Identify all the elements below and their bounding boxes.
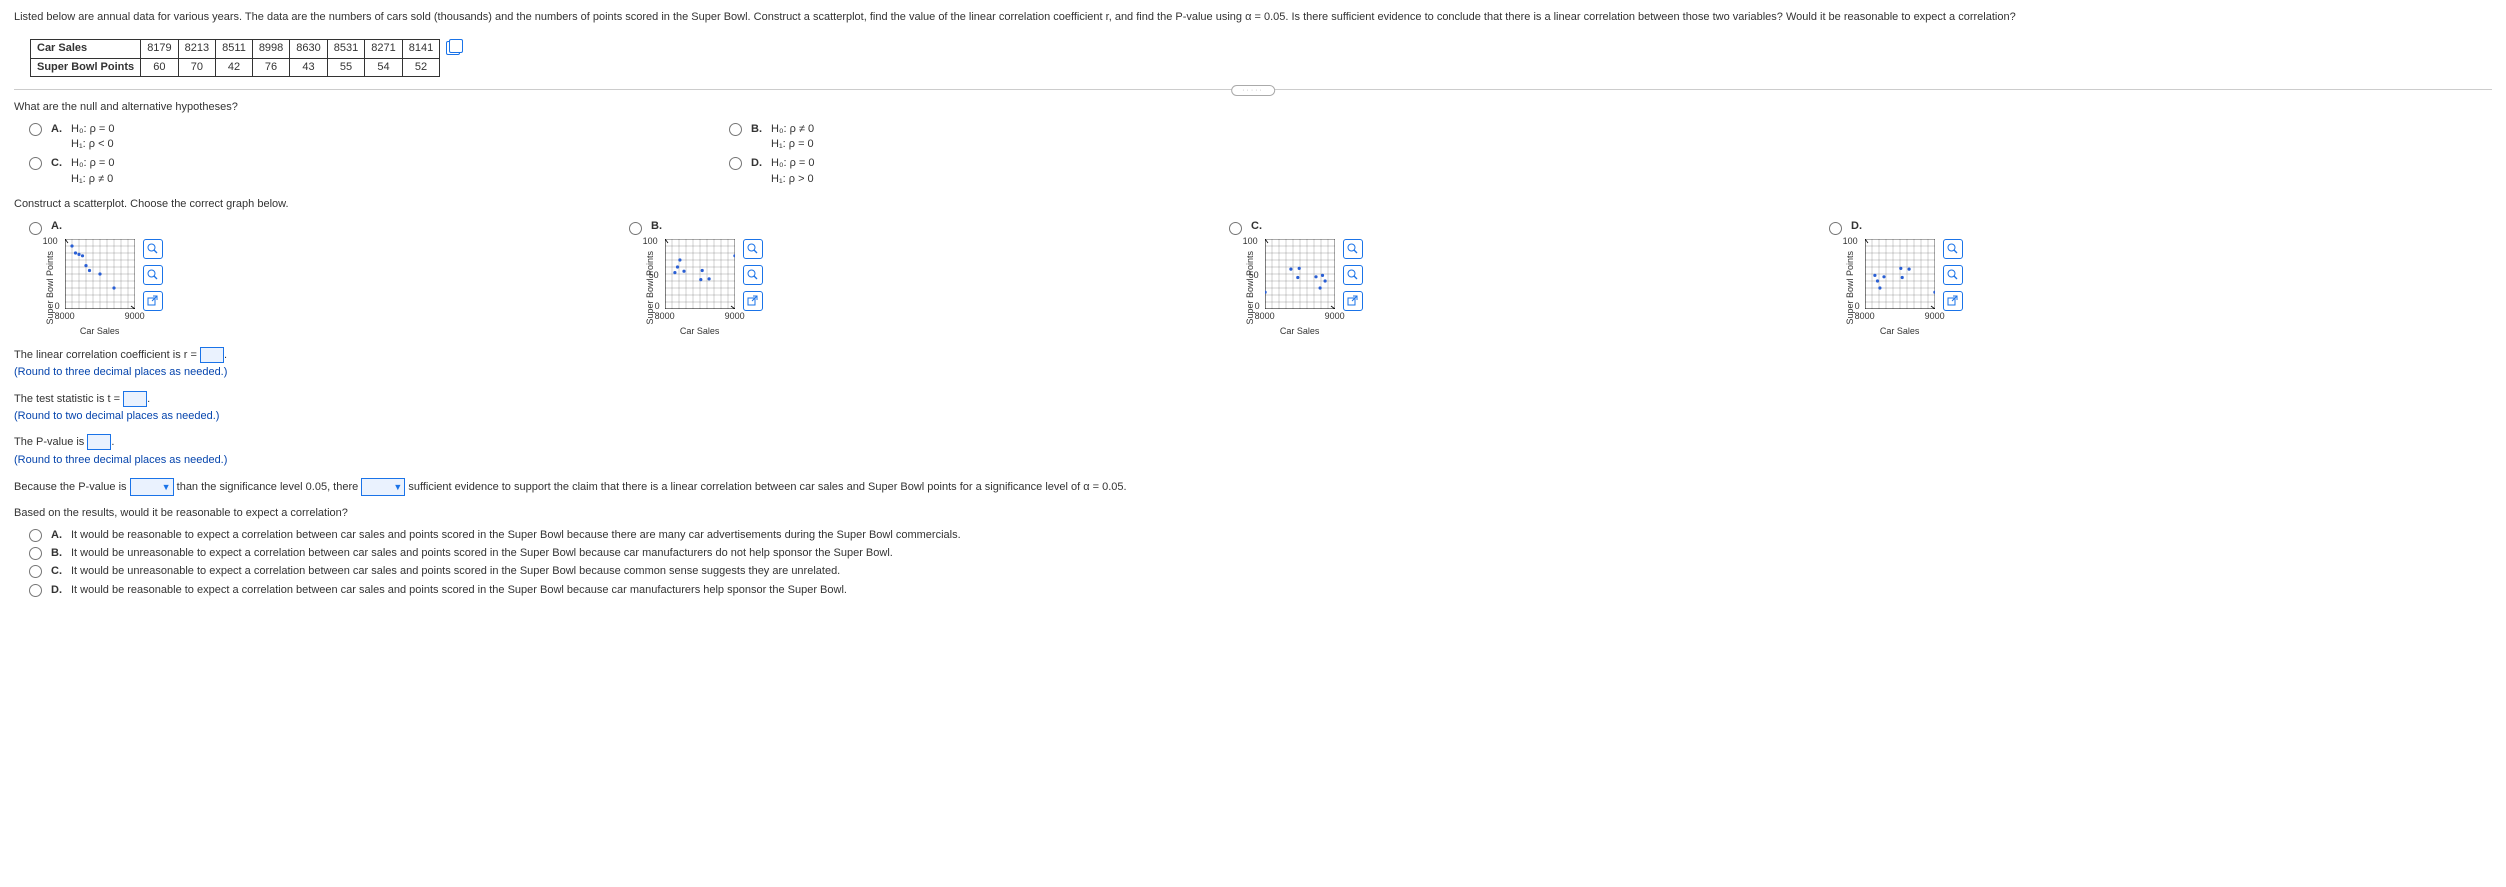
scatter-option-c: C.Super Bowl Points10050080009000Car Sal… — [1224, 219, 1814, 338]
radio-scatter-a[interactable] — [29, 222, 42, 235]
row-label-points: Super Bowl Points — [31, 58, 141, 76]
zoom-icon[interactable] — [1943, 265, 1963, 285]
zoom-icon[interactable] — [1343, 239, 1363, 259]
radio-scatter-d[interactable] — [1829, 222, 1842, 235]
scatter-plot: 100080009000 — [65, 239, 135, 309]
x-axis-label: Car Sales — [665, 325, 735, 338]
zoom-icon[interactable] — [143, 239, 163, 259]
question-reasonable: Based on the results, would it be reason… — [14, 506, 2492, 521]
data-table: Car Sales 8179 8213 8511 8998 8630 8531 … — [30, 39, 440, 77]
section-divider: ····· — [14, 89, 2492, 90]
evidence-select[interactable]: ▼ — [361, 478, 405, 496]
x-axis-label: Car Sales — [1865, 325, 1935, 338]
radio-reason-d[interactable] — [29, 584, 42, 597]
r-round-note: (Round to three decimal places as needed… — [14, 365, 2492, 380]
t-line: The test statistic is t = . — [14, 391, 2492, 407]
t-round-note: (Round to two decimal places as needed.) — [14, 409, 2492, 424]
chevron-down-icon: ▼ — [393, 481, 402, 494]
choice-hyp-c: C. H₀: ρ = 0 H₁: ρ ≠ 0 — [24, 156, 714, 187]
r-line: The linear correlation coefficient is r … — [14, 347, 2492, 363]
copy-icon[interactable] — [446, 41, 460, 55]
popout-icon[interactable] — [1343, 291, 1363, 311]
radio-scatter-b[interactable] — [629, 222, 642, 235]
x-axis-label: Car Sales — [1265, 325, 1335, 338]
problem-statement: Listed below are annual data for various… — [14, 10, 2492, 25]
question-scatter: Construct a scatterplot. Choose the corr… — [14, 197, 2492, 212]
scatter-letter: B. — [651, 219, 665, 235]
radio-scatter-c[interactable] — [1229, 222, 1242, 235]
table-row: Car Sales 8179 8213 8511 8998 8630 8531 … — [31, 40, 440, 58]
zoom-icon[interactable] — [1943, 239, 1963, 259]
zoom-icon[interactable] — [143, 265, 163, 285]
pvalue-compare-select[interactable]: ▼ — [130, 478, 174, 496]
scatter-plot: 10050080009000 — [1265, 239, 1335, 309]
radio-reason-b[interactable] — [29, 547, 42, 560]
scatter-plot: 10050080009000 — [665, 239, 735, 309]
row-label-car-sales: Car Sales — [31, 40, 141, 58]
choice-reason-a: A.It would be reasonable to expect a cor… — [24, 528, 2482, 543]
choice-reason-d: D.It would be reasonable to expect a cor… — [24, 583, 2482, 598]
choice-hyp-b: B. H₀: ρ ≠ 0 H₁: ρ = 0 — [724, 122, 1414, 153]
p-round-note: (Round to three decimal places as needed… — [14, 453, 2492, 468]
p-line: The P-value is . — [14, 434, 2492, 450]
t-input[interactable] — [123, 391, 147, 407]
scatter-option-b: B.Super Bowl Points10050080009000Car Sal… — [624, 219, 1214, 338]
popout-icon[interactable] — [743, 291, 763, 311]
zoom-icon[interactable] — [743, 265, 763, 285]
scatter-letter: A. — [51, 219, 65, 235]
x-axis-label: Car Sales — [65, 325, 135, 338]
p-input[interactable] — [87, 434, 111, 450]
scatter-option-d: D.Super Bowl Points100080009000Car Sales — [1824, 219, 2414, 338]
zoom-icon[interactable] — [1343, 265, 1363, 285]
zoom-icon[interactable] — [743, 239, 763, 259]
popout-icon[interactable] — [1943, 291, 1963, 311]
radio-hyp-a[interactable] — [29, 123, 42, 136]
choice-hyp-d: D. H₀: ρ = 0 H₁: ρ > 0 — [724, 156, 1414, 187]
scatter-plot: 100080009000 — [1865, 239, 1935, 309]
conclusion-line: Because the P-value is ▼ than the signif… — [14, 478, 2492, 496]
choice-reason-b: B.It would be unreasonable to expect a c… — [24, 546, 2482, 561]
radio-reason-a[interactable] — [29, 529, 42, 542]
choice-reason-c: C.It would be unreasonable to expect a c… — [24, 564, 2482, 579]
popout-icon[interactable] — [143, 291, 163, 311]
scatter-option-a: A.Super Bowl Points100080009000Car Sales — [24, 219, 614, 338]
question-hypotheses: What are the null and alternative hypoth… — [14, 100, 2492, 115]
radio-hyp-c[interactable] — [29, 157, 42, 170]
chevron-down-icon: ▼ — [162, 481, 171, 494]
radio-hyp-d[interactable] — [729, 157, 742, 170]
r-input[interactable] — [200, 347, 224, 363]
radio-hyp-b[interactable] — [729, 123, 742, 136]
radio-reason-c[interactable] — [29, 565, 42, 578]
scatter-letter: C. — [1251, 219, 1265, 235]
choice-hyp-a: A. H₀: ρ = 0 H₁: ρ < 0 — [24, 122, 714, 153]
table-row: Super Bowl Points 60 70 42 76 43 55 54 5… — [31, 58, 440, 76]
collapse-handle-icon[interactable]: ····· — [1231, 85, 1275, 96]
scatter-letter: D. — [1851, 219, 1865, 235]
